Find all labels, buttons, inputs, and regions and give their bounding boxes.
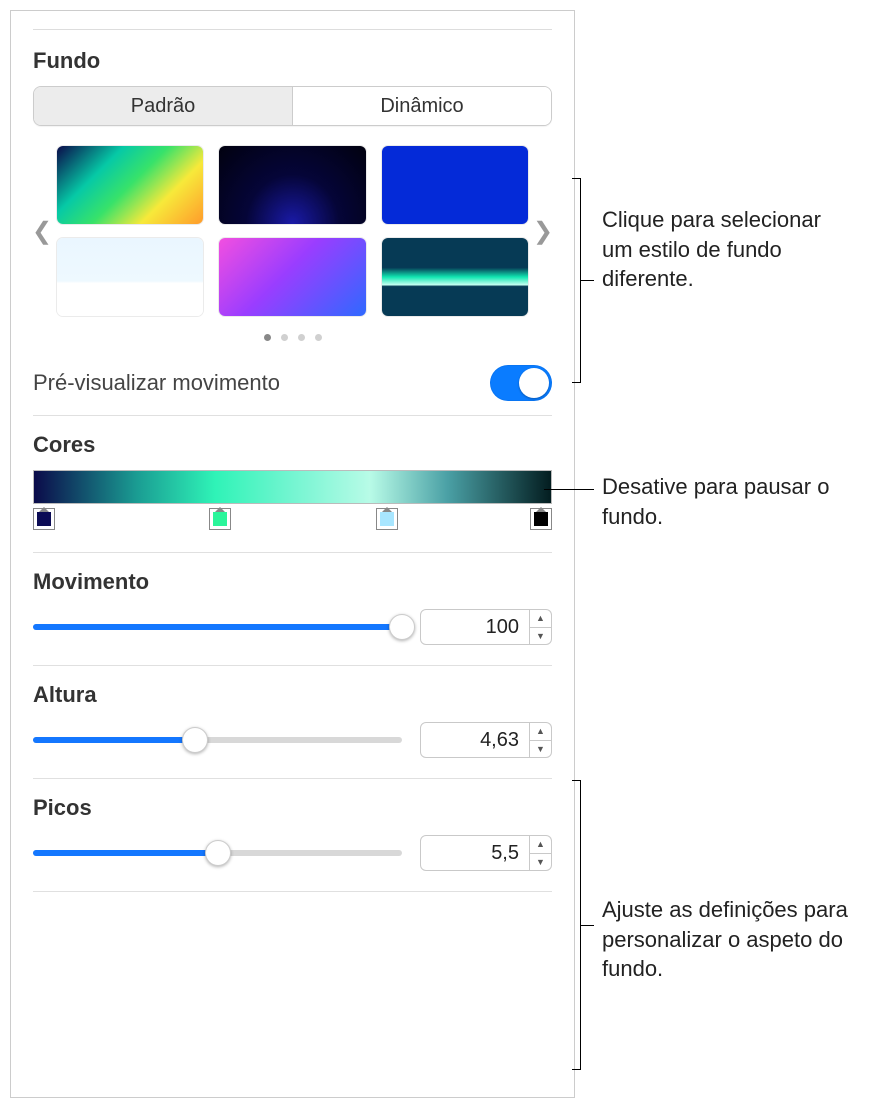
background-style-thumbnail[interactable] (57, 146, 203, 224)
page-dot[interactable] (298, 334, 305, 341)
peaks-field[interactable] (420, 835, 530, 871)
divider (33, 778, 552, 779)
background-style-thumbnail[interactable] (382, 238, 528, 316)
height-block: Altura ▲ ▼ (33, 682, 552, 758)
height-slider[interactable] (33, 728, 402, 752)
preview-motion-label: Pré-visualizar movimento (33, 370, 280, 396)
callout-line (580, 925, 594, 926)
page-dot[interactable] (281, 334, 288, 341)
movement-field[interactable] (420, 609, 530, 645)
callout-styles: Clique para selecionar um estilo de fund… (602, 205, 857, 294)
callout-adjust: Ajuste as definições para personalizar o… (602, 895, 857, 984)
background-style-thumbnail[interactable] (219, 146, 365, 224)
gradient-stop[interactable] (33, 508, 55, 530)
divider (33, 891, 552, 892)
preview-motion-toggle[interactable] (490, 365, 552, 401)
stepper-up-icon[interactable]: ▲ (530, 610, 551, 628)
divider (33, 29, 552, 30)
height-field[interactable] (420, 722, 530, 758)
stepper-up-icon[interactable]: ▲ (530, 723, 551, 741)
callout-line (544, 489, 594, 490)
segment-dynamic[interactable]: Dinâmico (293, 87, 551, 125)
chevron-right-icon[interactable]: ❯ (534, 217, 552, 246)
divider (33, 665, 552, 666)
background-styles-row: ❮ ❯ (33, 146, 552, 316)
background-styles-grid (57, 146, 528, 316)
gradient-stop[interactable] (530, 508, 552, 530)
page-dot[interactable] (315, 334, 322, 341)
movement-block: Movimento ▲ ▼ (33, 569, 552, 645)
movement-stepper: ▲ ▼ (420, 609, 552, 645)
colors-label: Cores (33, 432, 552, 458)
callout-toggle: Desative para pausar o fundo. (602, 472, 857, 531)
stepper-down-icon[interactable]: ▼ (530, 628, 551, 645)
peaks-stepper: ▲ ▼ (420, 835, 552, 871)
background-style-thumbnail[interactable] (219, 238, 365, 316)
background-type-segmented: Padrão Dinâmico (33, 86, 552, 126)
divider (33, 552, 552, 553)
peaks-label: Picos (33, 795, 552, 821)
stepper-down-icon[interactable]: ▼ (530, 741, 551, 758)
peaks-block: Picos ▲ ▼ (33, 795, 552, 871)
gradient-preview[interactable] (33, 470, 552, 504)
gradient-stop[interactable] (209, 508, 231, 530)
chevron-left-icon[interactable]: ❮ (33, 217, 51, 246)
toggle-knob (519, 368, 549, 398)
gradient-stops (33, 506, 552, 536)
height-stepper: ▲ ▼ (420, 722, 552, 758)
preview-motion-row: Pré-visualizar movimento (33, 359, 552, 415)
height-label: Altura (33, 682, 552, 708)
peaks-slider[interactable] (33, 841, 402, 865)
background-style-thumbnail[interactable] (382, 146, 528, 224)
page-dots (33, 334, 552, 341)
divider (33, 415, 552, 416)
movement-label: Movimento (33, 569, 552, 595)
inspector-panel: Fundo Padrão Dinâmico ❮ ❯ Pré-visualizar… (10, 10, 575, 1098)
gradient-stop[interactable] (376, 508, 398, 530)
stepper-up-icon[interactable]: ▲ (530, 836, 551, 854)
movement-slider[interactable] (33, 615, 402, 639)
callout-line (580, 280, 594, 281)
segment-standard[interactable]: Padrão (34, 87, 292, 125)
stepper-down-icon[interactable]: ▼ (530, 854, 551, 871)
page-dot[interactable] (264, 334, 271, 341)
section-title-fundo: Fundo (33, 48, 552, 74)
background-style-thumbnail[interactable] (57, 238, 203, 316)
